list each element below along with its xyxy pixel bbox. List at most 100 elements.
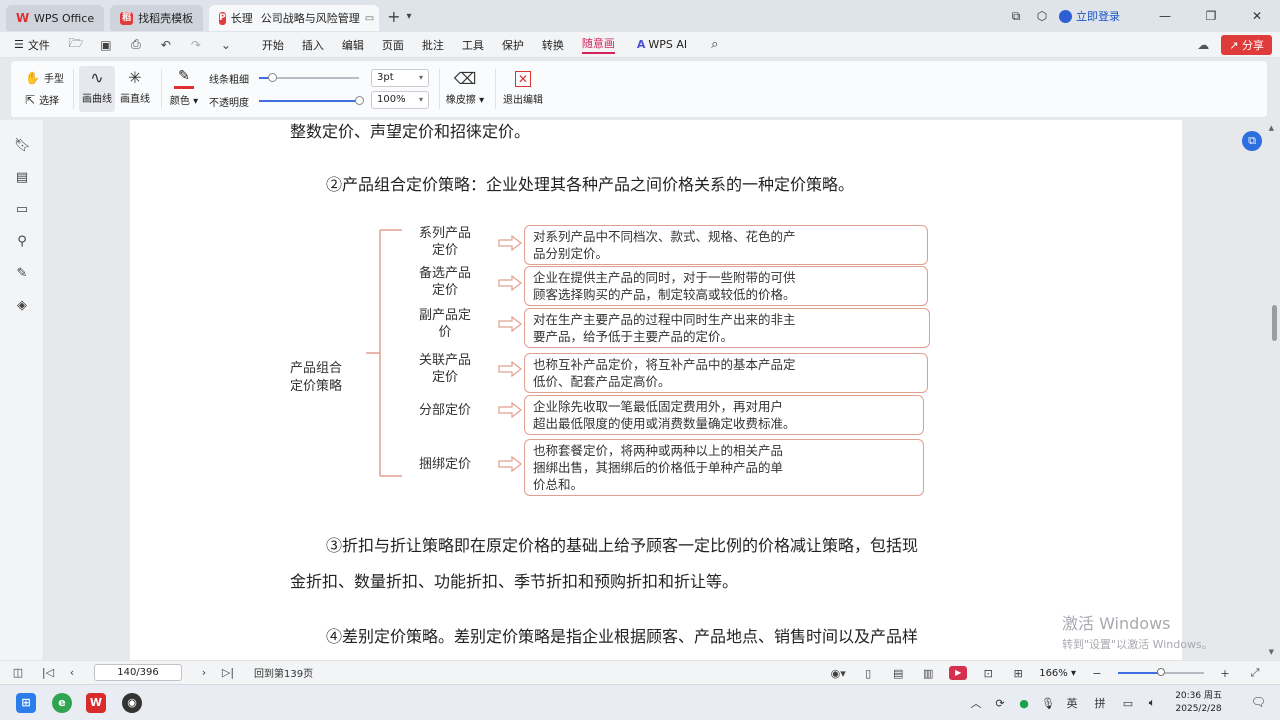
login-button[interactable]: 立即登录 [1059,8,1120,24]
redo-icon[interactable]: ↷ [186,38,206,52]
menu-edit[interactable]: 编辑 [342,37,364,53]
notification-icon[interactable]: 🗨︎ [1251,695,1266,709]
menu-page[interactable]: 页面 [382,37,404,53]
tray-chevron-up-icon[interactable]: ︿ [964,695,988,711]
menu-start[interactable]: 开始 [262,37,284,53]
diagram-root-line2: 定价策略 [290,379,343,394]
close-window-icon[interactable]: ✕ [1234,9,1280,23]
ime-mode[interactable]: 拼 [1088,695,1112,711]
tray-sync-icon[interactable]: ⟳ [988,697,1012,710]
search-icon[interactable]: ⌕ [711,37,718,52]
thumbnail-icon[interactable]: ▤ [14,170,30,186]
layers-icon[interactable]: ◈ [14,298,30,314]
zoom-slider-knob[interactable] [1157,668,1165,676]
pdf-page: 整数定价、声望定价和招徕定价。 ②产品组合定价策略：企业处理其各种产品之间价格关… [130,120,1182,660]
tray-display-icon[interactable]: ▭ [1116,697,1140,710]
first-page-icon[interactable]: |◁ [36,666,60,679]
windows-taskbar: ⊞ e W ◉ ︿ ⟳ ● 🎙︎ 英 拼 ▭ 🔈︎ 20:36 周五 2025/… [0,684,1280,720]
windows-start-icon[interactable]: ⊞ [16,693,36,713]
obs-recorder-icon[interactable]: ◉ [122,693,142,713]
zoom-slider[interactable] [1118,668,1204,676]
menu-protect[interactable]: 保护 [502,37,524,53]
tab-document[interactable]: P 长理 公司战略与风险管理 ▭ ✕ [209,5,380,31]
menu-tools[interactable]: 工具 [462,37,484,53]
quick-access-chevron-icon[interactable]: ⌄ [216,38,236,52]
select-tool[interactable]: ⇱ 选择 [25,92,59,108]
floating-tool-icon[interactable]: ⧉ [1242,131,1262,151]
eye-view-icon[interactable]: ◉▾ [823,667,853,680]
scroll-up-icon[interactable]: ▲ [1269,124,1274,132]
tab-template[interactable]: 稻 找稻壳模板 [110,5,204,31]
scrollbar-thumb[interactable] [1272,305,1277,341]
window-mode-icon[interactable]: ⧉ [1003,9,1029,24]
last-page-icon[interactable]: ▷| [216,666,240,679]
exit-edit-button[interactable]: ✕ 退出编辑 [501,67,545,111]
page-number-input[interactable]: 140/396 [94,664,182,681]
sidebar-toggle-icon[interactable]: ◫ [0,666,36,679]
line-tool[interactable]: ✳ 画直线 [117,66,153,112]
activate-windows-watermark: 激活 Windows 转到"设置"以激活 Windows。 [1062,610,1213,652]
tray-volume-icon[interactable]: 🔈︎ [1140,696,1164,710]
line-width-slider-knob[interactable] [268,73,277,82]
cloud-sync-icon[interactable]: ☁ [1193,38,1213,52]
zoom-in-icon[interactable]: + [1210,667,1240,680]
opacity-label: 不透明度 [209,98,249,109]
ime-language[interactable]: 英 [1060,695,1084,711]
cube-icon[interactable]: ⬡ [1029,9,1055,23]
new-tab-plus-icon[interactable]: + [387,7,400,26]
wps-ai-button[interactable]: A WPS AI [637,38,687,51]
restore-icon[interactable]: ❐ [1188,9,1234,23]
continuous-page-icon[interactable]: ▤ [883,667,913,680]
fullscreen-icon[interactable]: ⤢ [1240,666,1270,680]
minimize-icon[interactable]: — [1142,9,1188,23]
line-width-select[interactable]: 3pt ▾ [371,69,429,87]
signature-pen-icon[interactable]: ✎ [14,266,30,282]
taskbar-clock[interactable]: 20:36 周五 2025/2/28 [1175,690,1222,716]
share-button[interactable]: ↗ 分享 [1221,35,1272,55]
curve-tool[interactable]: ∿ 画曲线 [79,66,115,112]
menu-convert[interactable]: 转换 [542,37,564,53]
save-icon[interactable]: ▣ [96,38,116,52]
zoom-level[interactable]: 166% ▾ [1039,668,1076,679]
vertical-scrollbar[interactable]: ▲ ▼ [1269,120,1278,660]
menu-annotate[interactable]: 批注 [422,37,444,53]
chevron-down-icon: ▾ [418,95,423,104]
color-picker[interactable]: ✎ 颜色 ▾ [167,67,201,111]
wps-taskbar-icon[interactable]: W [86,693,106,713]
next-page-icon[interactable]: › [192,666,216,679]
opacity-slider-knob[interactable] [355,96,364,105]
tab-screen-icon[interactable]: ▭ [365,13,374,24]
attachment-icon[interactable]: ⚲ [14,234,30,250]
comment-icon[interactable]: ▭ [14,202,30,218]
open-folder-icon[interactable]: 🗁 [66,34,86,55]
fit-page-icon[interactable]: ⊞ [1003,667,1033,680]
tab-list-chevron-icon[interactable]: ▾ [407,11,412,22]
fit-width-icon[interactable]: ⊡ [973,667,1003,680]
tab-wps-office[interactable]: W WPS Office [6,5,105,31]
menu-freehand[interactable]: 随意画 [581,35,615,54]
zoom-out-icon[interactable]: − [1082,667,1112,680]
eraser-tool[interactable]: ⌫ 橡皮擦 ▾ [443,67,487,111]
line-width-slider[interactable] [259,73,359,82]
file-menu[interactable]: ☰ 文件 [14,37,50,53]
prev-page-icon[interactable]: ‹ [60,666,84,679]
two-page-icon[interactable]: ▥ [913,667,943,680]
scroll-down-icon[interactable]: ▼ [1269,648,1274,656]
tray-wechat-icon[interactable]: ● [1012,697,1036,710]
arrow-right-icon [498,275,522,291]
bookmark-icon[interactable]: 🔖︎ [14,138,31,154]
play-video-icon[interactable]: ▶ [949,666,968,680]
tab-document-title: 公司战略与风险管理 [260,12,360,25]
undo-icon[interactable]: ↶ [156,38,176,52]
hand-tool[interactable]: ✋ 手型 [25,70,64,86]
browser-icon[interactable]: e [52,693,72,713]
back-to-page-link[interactable]: 回到第139页 [254,665,313,680]
print-icon[interactable]: ⎙ [126,37,146,52]
tray-microphone-icon[interactable]: 🎙︎ [1036,697,1060,710]
single-page-icon[interactable]: ▯ [853,667,883,680]
menu-insert[interactable]: 插入 [302,37,324,53]
document-viewport[interactable]: 整数定价、声望定价和招徕定价。 ②产品组合定价策略：企业处理其各种产品之间价格关… [44,120,1266,660]
opacity-select[interactable]: 100% ▾ [371,91,429,109]
opacity-slider[interactable] [259,96,364,105]
exit-edit-icon: ✕ [515,71,531,87]
